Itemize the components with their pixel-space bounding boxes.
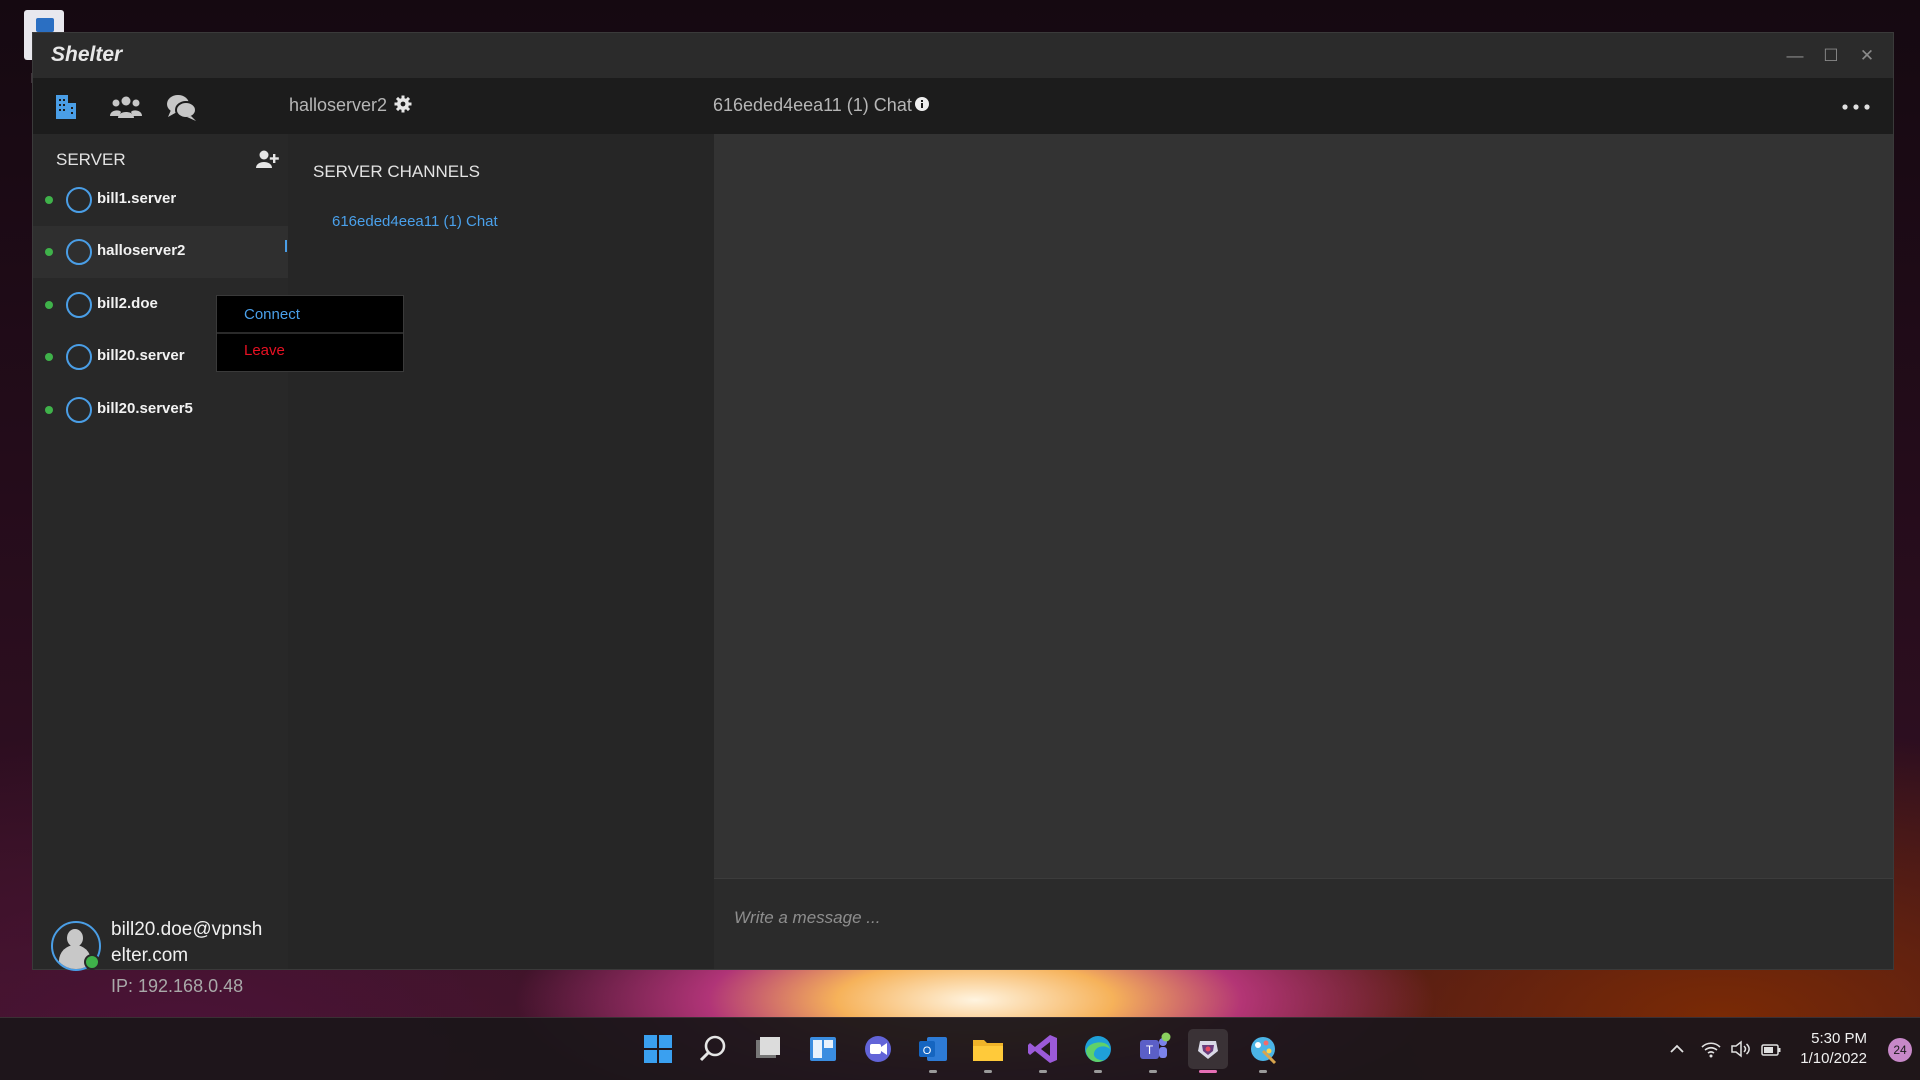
server-avatar-icon bbox=[66, 239, 92, 265]
running-indicator bbox=[1259, 1070, 1267, 1073]
running-indicator bbox=[1094, 1070, 1102, 1073]
server-avatar-icon bbox=[66, 344, 92, 370]
outlook-app[interactable]: O bbox=[913, 1029, 953, 1073]
running-indicator bbox=[1149, 1070, 1157, 1073]
user-status-dot bbox=[84, 954, 100, 970]
running-indicator bbox=[1039, 1070, 1047, 1073]
task-view-icon[interactable] bbox=[748, 1029, 788, 1069]
notification-badge[interactable]: 24 bbox=[1888, 1038, 1912, 1062]
chats-icon[interactable] bbox=[166, 92, 198, 122]
server-name: bill20.server5 bbox=[97, 400, 193, 417]
channel-panel: SERVER CHANNELS 616eded4eea11 (1) Chat bbox=[288, 134, 714, 969]
minimize-button[interactable]: — bbox=[1777, 41, 1813, 71]
server-name: bill1.server bbox=[97, 190, 177, 207]
server-list-header: SERVER bbox=[56, 150, 126, 169]
shelter-icon bbox=[1198, 1041, 1218, 1059]
servers-icon[interactable] bbox=[51, 92, 81, 122]
svg-text:O: O bbox=[923, 1045, 932, 1057]
online-status-dot bbox=[45, 353, 53, 361]
chevron-up-icon[interactable] bbox=[1666, 1038, 1688, 1060]
shelter-app[interactable] bbox=[1188, 1029, 1228, 1073]
current-server-name: halloserver2 bbox=[289, 95, 388, 115]
outlook-icon: O bbox=[919, 1037, 947, 1061]
compose-bar bbox=[714, 878, 1893, 969]
teams-icon: T bbox=[1140, 1032, 1171, 1059]
paint-icon bbox=[1251, 1037, 1277, 1065]
wifi-icon[interactable] bbox=[1700, 1038, 1722, 1060]
more-options-icon[interactable] bbox=[1841, 104, 1871, 110]
maximize-button[interactable]: ☐ bbox=[1813, 41, 1849, 71]
server-context-menu: Connect Leave bbox=[216, 295, 404, 372]
shelter-window: Shelter — ☐ ✕ halloserver2 616eded4eea11… bbox=[32, 32, 1894, 996]
server-item-bill1-server[interactable]: bill1.server bbox=[33, 174, 288, 226]
online-status-dot bbox=[45, 196, 53, 204]
taskbar: O T 5:30 PM 1/10/2022 24 bbox=[0, 1017, 1920, 1080]
edge-app[interactable] bbox=[1078, 1029, 1118, 1073]
add-user-icon[interactable] bbox=[255, 149, 279, 169]
file-explorer-app[interactable] bbox=[968, 1029, 1008, 1073]
message-input[interactable] bbox=[732, 907, 1536, 929]
server-avatar-icon bbox=[66, 187, 92, 213]
edge-icon bbox=[1085, 1036, 1111, 1062]
search-icon[interactable] bbox=[693, 1029, 733, 1069]
start-icon[interactable] bbox=[638, 1029, 678, 1069]
paint-app[interactable] bbox=[1243, 1029, 1283, 1073]
clock[interactable]: 5:30 PM 1/10/2022 bbox=[1800, 1029, 1867, 1069]
server-sidebar: SERVER bill1.server halloserver2 bill2.d… bbox=[33, 134, 288, 996]
svg-text:T: T bbox=[1146, 1043, 1154, 1057]
channel-item[interactable]: 616eded4eea11 (1) Chat bbox=[332, 213, 498, 230]
server-item-halloserver2[interactable]: halloserver2 bbox=[33, 226, 288, 278]
online-status-dot bbox=[45, 406, 53, 414]
server-name: bill20.server bbox=[97, 347, 185, 364]
online-status-dot bbox=[45, 248, 53, 256]
visual-studio-icon bbox=[1028, 1035, 1057, 1063]
gear-icon[interactable] bbox=[393, 94, 413, 114]
clock-date: 1/10/2022 bbox=[1800, 1050, 1867, 1067]
server-avatar-icon bbox=[66, 292, 92, 318]
info-icon[interactable] bbox=[914, 96, 930, 112]
channels-header: SERVER CHANNELS bbox=[313, 162, 480, 181]
context-connect[interactable]: Connect bbox=[217, 298, 403, 331]
server-name: halloserver2 bbox=[97, 242, 186, 259]
server-name: bill2.doe bbox=[97, 295, 158, 312]
recycle-bin-badge bbox=[36, 18, 54, 32]
clock-time: 5:30 PM bbox=[1811, 1030, 1867, 1047]
toolbar: halloserver2 616eded4eea11 (1) Chat bbox=[33, 78, 1893, 134]
file-explorer-icon bbox=[973, 1040, 1003, 1061]
visual-studio-app[interactable] bbox=[1023, 1029, 1063, 1073]
app-title: Shelter bbox=[51, 43, 123, 66]
close-button[interactable]: ✕ bbox=[1849, 41, 1885, 71]
server-avatar-icon bbox=[66, 397, 92, 423]
teams-app[interactable]: T bbox=[1133, 1029, 1173, 1073]
teams-chat-icon[interactable] bbox=[858, 1029, 898, 1069]
user-ip: IP: 192.168.0.48 bbox=[111, 976, 244, 996]
title-bar[interactable]: Shelter — ☐ ✕ bbox=[33, 33, 1893, 78]
running-indicator bbox=[929, 1070, 937, 1073]
chat-area bbox=[714, 134, 1893, 969]
current-chat-title: 616eded4eea11 (1) Chat bbox=[713, 95, 912, 115]
context-connect-label: Connect bbox=[244, 306, 300, 323]
running-indicator bbox=[984, 1070, 992, 1073]
selection-indicator bbox=[285, 240, 287, 252]
online-status-dot bbox=[45, 301, 53, 309]
users-icon[interactable] bbox=[109, 92, 143, 122]
server-item-bill20-server5[interactable]: bill20.server5 bbox=[33, 384, 288, 436]
battery-icon[interactable] bbox=[1760, 1038, 1782, 1060]
context-leave[interactable]: Leave bbox=[217, 334, 403, 367]
volume-icon[interactable] bbox=[1729, 1038, 1751, 1060]
context-leave-label: Leave bbox=[244, 342, 285, 359]
running-indicator bbox=[1199, 1070, 1217, 1073]
widgets-icon[interactable] bbox=[803, 1029, 843, 1069]
user-email: bill20.doe@vpnshelter.com bbox=[111, 919, 263, 966]
